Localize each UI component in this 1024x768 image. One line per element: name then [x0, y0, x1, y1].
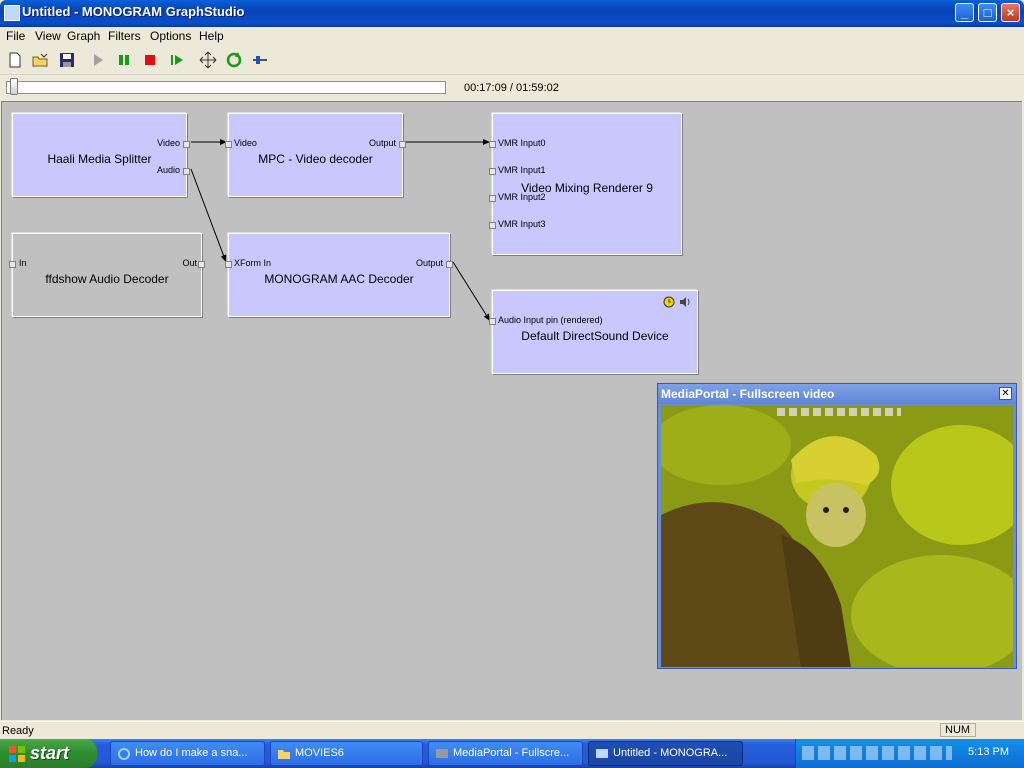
folder-icon [278, 750, 290, 759]
toolbar [0, 46, 1024, 75]
task-label: MediaPortal - Fullscre... [453, 747, 570, 759]
pin-label: XForm In [234, 258, 272, 268]
seek-thumb[interactable] [10, 78, 18, 95]
filter-name: Default DirectSound Device [521, 329, 669, 343]
filter-haali-media-splitter[interactable]: Haali Media Splitter Video Audio [12, 113, 190, 197]
menu-filters[interactable]: Filters [108, 29, 141, 43]
app-icon[interactable] [4, 5, 20, 21]
refresh-icon[interactable] [225, 51, 243, 69]
output-pin[interactable] [198, 261, 205, 268]
save-icon[interactable] [58, 51, 76, 69]
pin-label: Audio Input pin (rendered) [498, 315, 603, 325]
step-icon[interactable] [168, 51, 186, 69]
windows-logo-icon [9, 746, 25, 762]
status-bar: Ready NUM [0, 721, 1024, 740]
pin-label: VMR Input1 [498, 165, 546, 175]
input-pin[interactable] [9, 261, 16, 268]
start-label: start [30, 743, 70, 763]
filter-name: MPC - Video decoder [258, 152, 373, 166]
filter-name: ffdshow Audio Decoder [45, 272, 169, 286]
menu-help[interactable]: Help [199, 29, 224, 43]
task-browser[interactable]: How do I make a sna... [110, 741, 265, 766]
pin-label: VMR Input2 [498, 192, 546, 202]
pin-label: Audio [156, 165, 180, 175]
output-pin[interactable] [399, 141, 406, 148]
task-label: Untitled - MONOGRA... [613, 747, 728, 759]
mediaportal-icon [436, 749, 448, 758]
stop-icon[interactable] [141, 51, 159, 69]
pin-label: In [19, 258, 27, 268]
output-pin-audio[interactable] [183, 168, 190, 175]
filter-default-directsound-device[interactable]: Default DirectSound Device Audio Input p… [489, 290, 698, 374]
arrange-icon[interactable] [199, 51, 217, 69]
task-graphstudio[interactable]: Untitled - MONOGRA... [588, 741, 743, 766]
task-label: How do I make a sna... [135, 747, 248, 759]
pin-label: VMR Input3 [498, 219, 546, 229]
maximize-button[interactable]: □ [978, 3, 997, 22]
output-pin[interactable] [446, 261, 453, 268]
input-pin-1[interactable] [489, 168, 496, 175]
task-mediaportal[interactable]: MediaPortal - Fullscre... [428, 741, 583, 766]
filter-mpc-video-decoder[interactable]: MPC - Video decoder Video Output [225, 113, 406, 197]
filter-monogram-aac-decoder[interactable]: MONOGRAM AAC Decoder XForm In Output [225, 233, 453, 317]
menu-graph[interactable]: Graph [67, 29, 100, 43]
clock-icon [663, 296, 675, 308]
video-frame[interactable] [661, 405, 1013, 667]
tray-icons[interactable] [802, 746, 952, 760]
input-pin[interactable] [489, 318, 496, 325]
seek-icon[interactable] [251, 51, 269, 69]
connection-aac-dsound[interactable] [452, 261, 491, 322]
pin-label: Out [182, 258, 197, 268]
window-title: Untitled - MONOGRAM GraphStudio [22, 4, 245, 19]
graphstudio-icon [596, 749, 608, 758]
input-pin-2[interactable] [489, 195, 496, 202]
filter-video-mixing-renderer[interactable]: Video Mixing Renderer 9 VMR Input0 VMR I… [489, 113, 682, 255]
input-pin-0[interactable] [489, 141, 496, 148]
pin-label: VMR Input0 [498, 138, 546, 148]
task-label: MOVIES6 [295, 747, 344, 759]
seek-row: 00:17:09 / 01:59:02 [0, 75, 1024, 100]
num-lock-indicator: NUM [940, 723, 976, 737]
time-display: 00:17:09 / 01:59:02 [464, 82, 559, 94]
filter-name: MONOGRAM AAC Decoder [264, 272, 414, 286]
title-bar[interactable]: Untitled - MONOGRAM GraphStudio _ □ × [0, 0, 1024, 27]
status-text: Ready [2, 725, 34, 737]
filter-name: Haali Media Splitter [47, 152, 152, 166]
input-pin-3[interactable] [489, 222, 496, 229]
menu-bar: File View Graph Filters Options Help [0, 27, 1024, 45]
taskbar: start How do I make a sna... MOVIES6 Med… [0, 739, 1024, 768]
new-icon[interactable] [6, 51, 24, 69]
pin-label: Video [234, 138, 257, 148]
close-button[interactable]: × [1001, 3, 1020, 22]
menu-file[interactable]: File [6, 29, 25, 43]
filter-ffdshow-audio-decoder[interactable]: ffdshow Audio Decoder In Out [9, 233, 205, 317]
close-icon[interactable]: ✕ [999, 387, 1012, 400]
output-pin-video[interactable] [183, 141, 190, 148]
input-pin[interactable] [225, 141, 232, 148]
pin-label: Output [368, 138, 396, 148]
clock: 5:13 PM [968, 746, 1009, 758]
menu-view[interactable]: View [35, 29, 61, 43]
menu-options[interactable]: Options [150, 29, 191, 43]
start-button[interactable]: start [0, 739, 97, 768]
speaker-icon [680, 297, 690, 307]
ie-icon [118, 748, 130, 760]
open-icon[interactable] [31, 51, 49, 69]
system-tray: 5:13 PM [795, 739, 1024, 768]
minimize-button[interactable]: _ [955, 3, 974, 22]
seek-bar[interactable] [6, 81, 446, 94]
video-image [661, 405, 1013, 667]
mediaportal-title: MediaPortal - Fullscreen video [661, 387, 835, 401]
pin-label: Video [157, 138, 180, 148]
pause-icon[interactable] [115, 51, 133, 69]
mediaportal-window[interactable]: MediaPortal - Fullscreen video ✕ [657, 383, 1017, 669]
input-pin[interactable] [225, 261, 232, 268]
pin-label: Output [415, 258, 443, 268]
playback-controls[interactable] [777, 408, 901, 416]
task-folder[interactable]: MOVIES6 [270, 741, 423, 766]
play-icon[interactable] [89, 51, 107, 69]
mediaportal-title-bar[interactable]: MediaPortal - Fullscreen video ✕ [658, 384, 1016, 404]
